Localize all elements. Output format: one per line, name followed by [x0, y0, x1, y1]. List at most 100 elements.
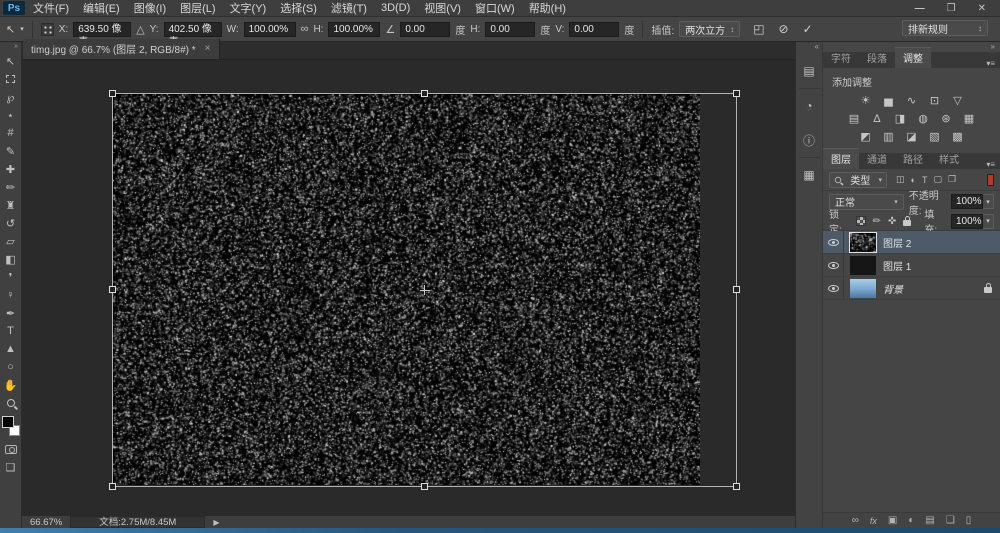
zoom-tool-icon[interactable] [2, 394, 20, 412]
dodge-tool-icon[interactable]: ♀ [2, 286, 20, 304]
layer-name[interactable]: 图层 1 [883, 258, 911, 273]
filter-on-off-toggle[interactable] [987, 174, 994, 186]
visibility-cell[interactable] [823, 231, 844, 253]
properties-panel-icon[interactable]: ◔ [799, 96, 819, 116]
menu-edit[interactable]: 编辑(E) [83, 0, 120, 16]
ellipse-tool-icon[interactable]: ○ [2, 358, 20, 376]
menu-image[interactable]: 图像(I) [134, 0, 166, 16]
swatches-panel-icon[interactable]: ▦ [799, 165, 819, 185]
channel-mixer-icon[interactable]: ⊛ [938, 112, 954, 125]
filter-adjustment-layers-icon[interactable]: ◐ [911, 175, 916, 185]
x-input[interactable]: 639.50 像素 [73, 22, 131, 37]
workspace-dropdown[interactable]: 排新规则 ↕ [902, 20, 988, 36]
posterize-icon[interactable]: ▥ [881, 130, 897, 143]
color-swatches[interactable] [2, 416, 20, 436]
layer-name[interactable]: 图层 2 [883, 235, 911, 250]
quick-selection-tool-icon[interactable]: ⋆ [2, 106, 20, 124]
height-input[interactable]: 100.00% [328, 22, 380, 37]
lock-transparent-pixels-icon[interactable] [856, 216, 866, 226]
status-options-arrow-icon[interactable]: ▶ [213, 518, 219, 527]
tool-preset-icon[interactable]: ↖ [6, 23, 15, 36]
move-tool-icon[interactable]: ↖ [2, 52, 20, 70]
opacity-combo[interactable]: 100% ▾ [951, 194, 994, 209]
transform-handle-bottom-right[interactable] [733, 483, 740, 490]
interpolation-dropdown[interactable]: 两次立方 ↕ [679, 21, 740, 37]
angle-input[interactable]: 0.00 [400, 22, 450, 37]
layer-thumbnail-noise[interactable] [850, 233, 876, 252]
vibrance-icon[interactable]: ▽ [950, 94, 966, 107]
dock-expand-icon[interactable]: « [796, 42, 822, 54]
tool-preset-caret-icon[interactable]: ▾ [20, 25, 24, 33]
relative-position-icon[interactable]: △ [136, 23, 144, 36]
black-white-icon[interactable]: ◨ [892, 112, 908, 125]
lasso-tool-icon[interactable]: ℘ [2, 88, 20, 106]
crop-tool-icon[interactable]: # [2, 124, 20, 142]
menu-layer[interactable]: 图层(L) [180, 0, 215, 16]
panel-menu-icon[interactable]: ▾≡ [986, 160, 1000, 169]
eye-icon[interactable] [828, 262, 839, 269]
clone-stamp-tool-icon[interactable]: ♜ [2, 196, 20, 214]
filter-smart-object-icon[interactable]: ❒ [948, 174, 956, 185]
brush-tool-icon[interactable]: ✏ [2, 178, 20, 196]
curves-icon[interactable]: ∿ [904, 94, 920, 107]
path-selection-tool-icon[interactable]: ▲ [2, 340, 20, 358]
rectangular-marquee-tool-icon[interactable] [2, 70, 20, 88]
eye-icon[interactable] [828, 285, 839, 292]
blur-tool-icon[interactable]: ❜ [2, 268, 20, 286]
photo-filter-icon[interactable]: ◍ [915, 112, 931, 125]
warp-mode-icon[interactable]: ◰ [753, 22, 764, 36]
layer-row-layer2[interactable]: 图层 2 [823, 231, 1000, 254]
eye-icon[interactable] [828, 239, 839, 246]
free-transform-bounding-box[interactable] [112, 93, 737, 487]
gradient-map-icon[interactable]: ▩ [950, 130, 966, 143]
layer-row-layer1[interactable]: 图层 1 [823, 254, 1000, 277]
link-dimensions-icon[interactable]: ∞ [301, 23, 309, 35]
menu-help[interactable]: 帮助(H) [529, 0, 566, 16]
new-group-icon[interactable]: ▤ [925, 515, 934, 526]
visibility-cell[interactable] [823, 277, 844, 299]
restore-button[interactable]: ❐ [947, 3, 956, 14]
lock-all-icon[interactable] [903, 220, 911, 226]
transform-handle-middle-left[interactable] [109, 286, 116, 293]
levels-icon[interactable]: ▅ [881, 94, 897, 107]
chevron-down-icon[interactable]: ▾ [983, 194, 994, 209]
brightness-contrast-icon[interactable]: ☀ [858, 94, 874, 107]
spot-healing-brush-tool-icon[interactable]: ✚ [2, 160, 20, 178]
transform-handle-top-left[interactable] [109, 90, 116, 97]
y-input[interactable]: 402.50 像素 [164, 22, 222, 37]
tab-channels[interactable]: 通道 [859, 149, 895, 169]
minimize-button[interactable]: — [915, 3, 925, 14]
filter-type-layers-icon[interactable]: T [922, 175, 928, 185]
layer-thumbnail-black[interactable] [850, 256, 876, 275]
info-panel-icon[interactable]: ⓘ [799, 130, 819, 150]
eraser-tool-icon[interactable]: ▱ [2, 232, 20, 250]
filter-shape-layers-icon[interactable]: ▢ [933, 174, 942, 185]
layer-filter-type-dropdown[interactable]: 类型 ▾ [829, 172, 887, 188]
screen-mode-icon[interactable]: ❏ [2, 458, 20, 476]
menu-select[interactable]: 选择(S) [280, 0, 317, 16]
menu-type[interactable]: 文字(Y) [230, 0, 267, 16]
layer-thumbnail-image[interactable] [850, 279, 876, 298]
menu-3d[interactable]: 3D(D) [381, 2, 410, 14]
fill-value[interactable]: 100% [951, 214, 983, 229]
hand-tool-icon[interactable]: ✋ [2, 376, 20, 394]
add-layer-mask-icon[interactable]: ▣ [888, 515, 897, 526]
exposure-icon[interactable]: ⊡ [927, 94, 943, 107]
brush-presets-panel-icon[interactable]: ▤ [799, 61, 819, 81]
eyedropper-tool-icon[interactable]: ✎ [2, 142, 20, 160]
tab-adjustments[interactable]: 调整 [895, 47, 931, 68]
transform-handle-top-right[interactable] [733, 90, 740, 97]
transform-handle-middle-right[interactable] [733, 286, 740, 293]
transform-handle-bottom-middle[interactable] [421, 483, 428, 490]
cancel-transform-icon[interactable]: ⊘ [779, 22, 789, 36]
tab-character[interactable]: 字符 [823, 48, 859, 68]
panel-menu-icon[interactable]: ▾≡ [986, 59, 1000, 68]
h-skew-input[interactable]: 0.00 [485, 22, 535, 37]
toolbar-collapse-icon[interactable]: » [0, 42, 21, 52]
history-brush-tool-icon[interactable]: ↺ [2, 214, 20, 232]
hue-saturation-icon[interactable]: ▤ [846, 112, 862, 125]
color-balance-icon[interactable]: ∆ [869, 112, 885, 125]
tab-paths[interactable]: 路径 [895, 149, 931, 169]
close-button[interactable]: ✕ [978, 3, 986, 14]
fill-combo[interactable]: 100% ▾ [951, 214, 994, 229]
